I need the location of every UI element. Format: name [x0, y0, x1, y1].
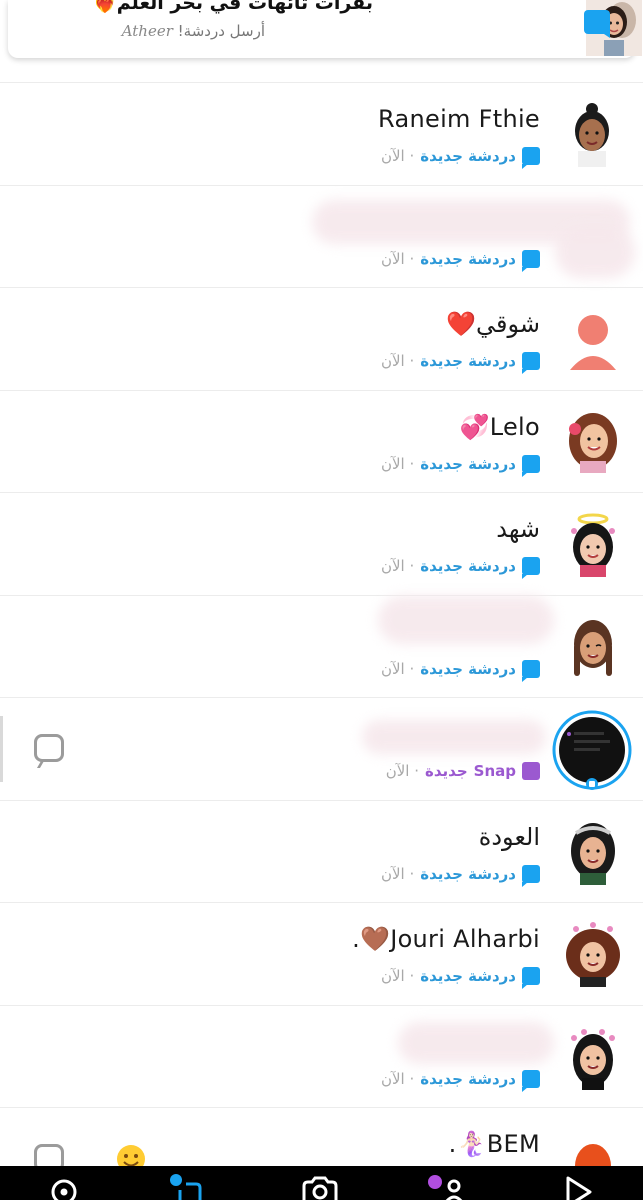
status-label: دردشة جديدة [420, 352, 516, 370]
bitmoji-avatar [560, 1024, 626, 1090]
notification-title: بقرات تائهات في بحر العلم❤️‍🔥 [93, 0, 373, 14]
bitmoji-avatar [560, 409, 626, 475]
chat-list: Raneim Fthie دردشة جديدة · الآن دردشة جد… [0, 82, 643, 1200]
bitmoji-avatar [560, 819, 626, 885]
chat-row[interactable]: Jouri Alharbi🤎. دردشة جديدة · الآن [0, 902, 643, 1005]
chat-bubble-icon [522, 967, 540, 989]
status-time: · الآن [380, 864, 415, 883]
chat-status: دردشة جديدة · الآن [380, 863, 540, 887]
chat-status: دردشة جديدة · الآن [380, 965, 540, 989]
stories-icon[interactable] [424, 1172, 464, 1200]
notification-subtitle: أرسل دردشة! Atheer [122, 22, 265, 40]
chat-name: BEM🧜🏻‍♀️. [448, 1130, 540, 1158]
status-label: دردشة جديدة [420, 659, 516, 678]
chat-row[interactable]: شهد دردشة جديدة · الآن [0, 492, 643, 595]
chat-bubble-icon [522, 352, 540, 374]
chat-row[interactable]: دردشة جديدة · الآن [0, 1004, 643, 1108]
status-label: دردشة جديدة [420, 454, 516, 473]
bitmoji-avatar [560, 101, 626, 167]
chat-row[interactable]: Raneim Fthie دردشة جديدة · الآن [0, 82, 643, 185]
chat-status: دردشة جديدة · الآن [380, 658, 540, 682]
notification-action-text: أرسل دردشة! [177, 22, 265, 40]
chat-row[interactable]: دردشة جديدة · الآن [0, 184, 643, 288]
chat-bubble-icon [522, 249, 540, 272]
bitmoji-avatar [560, 921, 626, 987]
chat-name: شهد [496, 515, 540, 543]
chat-icon[interactable] [166, 1172, 206, 1200]
chat-status: دردشة جديدة · الآن [380, 350, 540, 374]
chat-name: Raneim Fthie [378, 105, 540, 133]
notification-sender: Atheer [121, 22, 173, 40]
chat-row[interactable]: دردشة جديدة · الآن [0, 594, 643, 698]
status-time: · الآن [380, 147, 415, 165]
chat-row[interactable]: العودة دردشة جديدة · الآن [0, 799, 643, 903]
status-time: · الآن [380, 454, 415, 473]
redacted-avatar [555, 225, 635, 278]
chat-bubble-icon [584, 4, 612, 38]
status-time: · الآن [380, 352, 415, 370]
chat-bubble-icon [522, 659, 540, 682]
chat-status: دردشة جديدة · الآن [380, 1068, 540, 1092]
chat-bubble-icon [522, 1069, 540, 1092]
chat-status: دردشة جديدة · الآن [380, 453, 540, 477]
status-time: · الآن [380, 1069, 415, 1088]
chat-name: العودة [478, 822, 540, 851]
chat-bubble-icon [522, 147, 540, 169]
status-time: · الآن [385, 762, 420, 780]
status-snap-word: Snap [473, 762, 516, 780]
spotlight-icon[interactable] [560, 1172, 600, 1200]
status-label: دردشة جديدة [420, 967, 516, 985]
reply-chat-icon[interactable] [34, 734, 64, 762]
bottom-nav-bar [0, 1166, 643, 1200]
status-time: · الآن [380, 659, 415, 678]
status-time: · الآن [380, 249, 415, 268]
divider [0, 716, 3, 782]
chat-row[interactable]: Lelo💞 دردشة جديدة · الآن [0, 389, 643, 493]
chat-row[interactable]: شوقي❤️ دردشة جديدة · الآن [0, 287, 643, 390]
notification-banner[interactable]: بقرات تائهات في بحر العلم❤️‍🔥 أرسل دردشة… [8, 0, 642, 58]
default-avatar-icon [560, 306, 626, 372]
chat-bubble-icon [522, 864, 540, 887]
bitmoji-avatar [560, 511, 626, 577]
status-label: دردشة جديدة [420, 147, 516, 165]
chat-status: دردشة جديدة · الآن [380, 248, 540, 272]
redacted-name [398, 1021, 554, 1064]
story-avatar[interactable] [552, 710, 632, 790]
chat-name: Lelo💞 [459, 412, 540, 441]
status-label: دردشة جديدة [420, 249, 516, 268]
bitmoji-avatar [560, 614, 626, 680]
snap-square-icon [522, 762, 540, 780]
chat-status: Snap جديدة · الآن [386, 760, 540, 782]
redacted-name [362, 720, 546, 754]
status-label: جديدة [425, 762, 468, 780]
redacted-name [378, 595, 554, 644]
chat-bubble-icon [522, 454, 540, 477]
status-label: دردشة جديدة [420, 557, 516, 575]
chat-name: شوقي❤️ [446, 310, 540, 338]
chat-bubble-icon [522, 557, 540, 579]
chat-name: Jouri Alharbi🤎. [352, 925, 540, 953]
chat-status: دردشة جديدة · الآن [380, 555, 540, 579]
map-icon[interactable] [46, 1172, 86, 1200]
status-label: دردشة جديدة [420, 1069, 516, 1088]
status-time: · الآن [380, 967, 415, 985]
chat-row[interactable]: Snap جديدة · الآن [0, 697, 643, 800]
status-time: · الآن [380, 557, 415, 575]
chat-status: دردشة جديدة · الآن [380, 145, 540, 169]
status-label: دردشة جديدة [420, 864, 516, 883]
camera-icon[interactable] [300, 1172, 340, 1200]
